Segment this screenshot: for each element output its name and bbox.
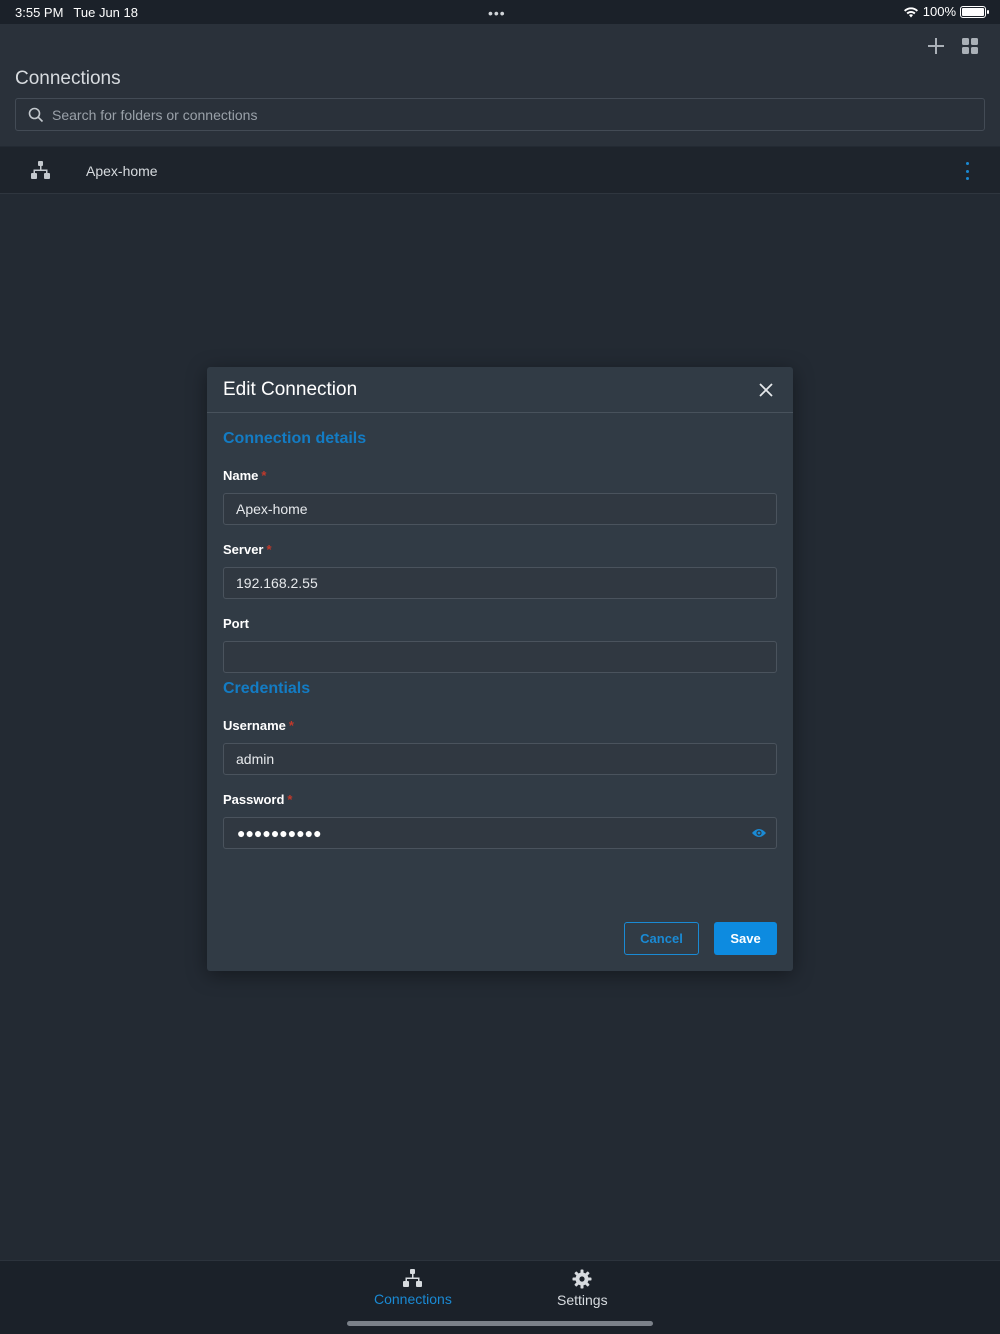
grid-icon bbox=[962, 38, 978, 54]
connection-label: Apex-home bbox=[86, 163, 158, 179]
edit-connection-dialog: Edit Connection Connection details Name *… bbox=[207, 367, 793, 971]
password-field[interactable]: ●●●●●●●●●● bbox=[223, 817, 777, 849]
close-icon[interactable] bbox=[757, 381, 775, 399]
gear-icon bbox=[572, 1269, 592, 1289]
server-label: Server * bbox=[223, 542, 272, 557]
section-credentials: Credentials bbox=[223, 680, 311, 697]
cancel-button[interactable]: Cancel bbox=[624, 922, 699, 955]
plus-icon bbox=[928, 38, 944, 54]
status-time: 3:55 PM bbox=[15, 4, 64, 20]
header: Connections bbox=[0, 24, 1000, 146]
battery-percent: 100% bbox=[922, 4, 956, 19]
header-actions bbox=[926, 36, 980, 56]
search-icon bbox=[28, 107, 44, 122]
multitasking-dots-icon[interactable]: ••• bbox=[488, 5, 506, 21]
search-box[interactable] bbox=[15, 98, 985, 131]
name-field[interactable] bbox=[223, 493, 777, 525]
dialog-title: Edit Connection bbox=[223, 379, 358, 400]
section-connection-details: Connection details bbox=[223, 430, 367, 447]
tab-connections[interactable]: Connections bbox=[374, 1269, 452, 1307]
tab-settings[interactable]: Settings bbox=[557, 1269, 608, 1308]
password-mask: ●●●●●●●●●● bbox=[237, 825, 322, 841]
wifi-icon bbox=[903, 6, 918, 17]
status-indicators: 100% bbox=[903, 4, 989, 19]
save-button[interactable]: Save bbox=[714, 922, 777, 955]
status-date: Tue Jun 18 bbox=[73, 4, 138, 20]
battery-icon bbox=[960, 5, 989, 18]
tab-connections-label: Connections bbox=[374, 1291, 452, 1307]
status-bar: 3:55 PM Tue Jun 18 ••• 100% bbox=[0, 0, 1000, 24]
search-input[interactable] bbox=[52, 106, 952, 123]
dialog-header: Edit Connection bbox=[207, 367, 793, 413]
page-title: Connections bbox=[15, 68, 121, 89]
eye-icon[interactable] bbox=[751, 827, 767, 839]
tab-settings-label: Settings bbox=[557, 1292, 608, 1308]
grid-view-button[interactable] bbox=[960, 36, 980, 56]
home-indicator bbox=[347, 1321, 653, 1326]
add-button[interactable] bbox=[926, 36, 946, 56]
username-label: Username * bbox=[223, 718, 294, 733]
network-icon bbox=[403, 1269, 423, 1287]
port-label: Port bbox=[223, 616, 249, 631]
password-label: Password * bbox=[223, 792, 293, 807]
username-field[interactable] bbox=[223, 743, 777, 775]
connection-row[interactable]: Apex-home bbox=[0, 147, 1000, 194]
more-options-icon[interactable] bbox=[962, 162, 972, 180]
network-icon bbox=[31, 161, 50, 179]
port-field[interactable] bbox=[223, 641, 777, 673]
name-label: Name * bbox=[223, 468, 267, 483]
server-field[interactable] bbox=[223, 567, 777, 599]
